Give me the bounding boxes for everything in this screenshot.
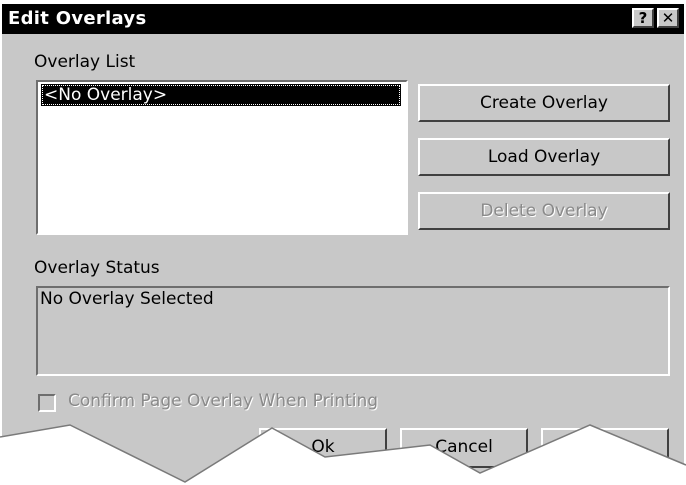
title-bar: Edit Overlays ? ✕ [2,4,684,34]
overlay-listbox[interactable]: <No Overlay> [36,80,408,235]
confirm-overlay-checkbox[interactable] [38,394,56,412]
delete-overlay-button[interactable]: Delete Overlay [418,192,670,230]
cancel-button[interactable]: Cancel [400,428,528,468]
overlay-status-text: No Overlay Selected [40,289,214,309]
confirm-overlay-label: Confirm Page Overlay When Printing [68,391,379,411]
create-overlay-button[interactable]: Create Overlay [418,84,670,122]
overlay-status-box: No Overlay Selected [36,286,670,376]
load-overlay-button[interactable]: Load Overlay [418,138,670,176]
dialog-title: Edit Overlays [8,8,147,29]
ok-button[interactable]: Ok [259,428,387,468]
help-icon[interactable]: ? [632,8,654,28]
overlay-list-label: Overlay List [34,52,136,72]
edit-overlays-dialog: Edit Overlays ? ✕ Overlay List <No Overl… [2,4,684,485]
list-item[interactable]: <No Overlay> [41,84,401,106]
overlay-status-label: Overlay Status [34,258,160,278]
close-icon[interactable]: ✕ [657,8,679,28]
help-button[interactable] [541,428,669,468]
